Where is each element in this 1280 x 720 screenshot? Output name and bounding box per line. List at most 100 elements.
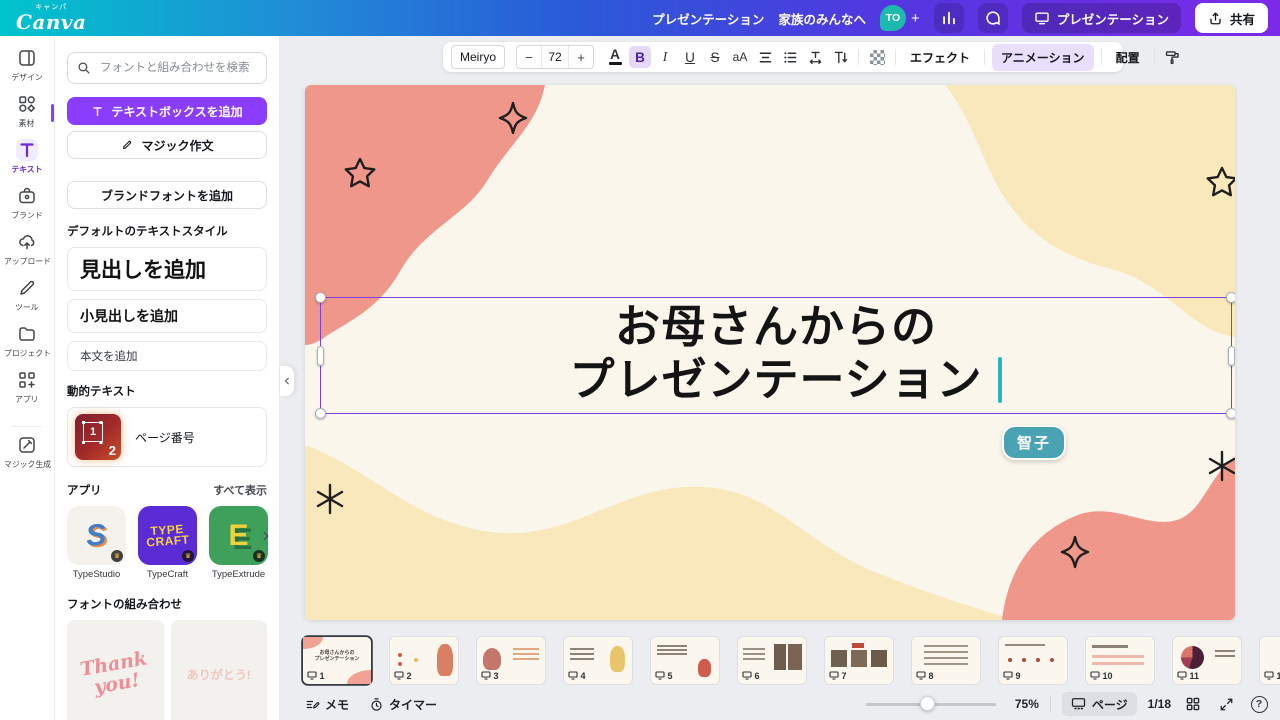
present-button[interactable]: プレゼンテーション xyxy=(1022,3,1181,33)
add-collaborator-button[interactable]: + xyxy=(911,10,920,27)
sidebar-item-text[interactable]: テキスト xyxy=(2,134,52,180)
slide-thumbnail-10[interactable]: 10 xyxy=(1086,637,1154,684)
title-textbox[interactable]: お母さんからの プレゼンテーション xyxy=(320,297,1232,414)
text-case-button[interactable]: aA xyxy=(729,46,751,68)
font-size-control: − 72 + xyxy=(516,45,594,69)
search-input[interactable] xyxy=(98,61,257,75)
font-size-value[interactable]: 72 xyxy=(541,46,569,68)
grid-view-button[interactable] xyxy=(1182,693,1204,715)
resize-handle[interactable] xyxy=(315,408,326,419)
timer-button[interactable]: タイマー xyxy=(369,696,437,713)
add-subheading-card[interactable]: 小見出しを追加 xyxy=(67,299,267,333)
slide-thumbnail-9[interactable]: 9 xyxy=(999,637,1067,684)
slide-thumbnail-1[interactable]: お母さんからのプレゼンテーション 1 xyxy=(303,637,371,684)
notes-label: メモ xyxy=(325,696,349,713)
crown-badge-icon: ♛ xyxy=(111,550,123,562)
toolbar-divider xyxy=(984,49,985,65)
app-typecraft[interactable]: TYPECRAFT ♛ TypeCraft xyxy=(138,506,197,580)
sidebar-item-apps[interactable]: アプリ xyxy=(2,364,52,410)
slide-thumbnail-12[interactable]: 12 xyxy=(1260,637,1280,684)
font-search[interactable] xyxy=(67,52,267,84)
resize-handle[interactable] xyxy=(317,346,324,366)
avatar[interactable]: TO xyxy=(880,5,906,31)
align-center-icon xyxy=(757,49,774,66)
fullscreen-button[interactable] xyxy=(1215,693,1237,715)
font-size-increase-button[interactable]: + xyxy=(569,50,593,65)
transparency-button[interactable] xyxy=(866,46,888,68)
slide-thumbnail-3[interactable]: 3 xyxy=(477,637,545,684)
page-number-icon: 1 2 xyxy=(75,414,121,460)
alignment-button[interactable] xyxy=(754,46,776,68)
effects-button[interactable]: エフェクト xyxy=(903,49,977,66)
insights-button[interactable] xyxy=(934,3,964,33)
slide-thumbnail-5[interactable]: 5 xyxy=(651,637,719,684)
comment-bubble-icon xyxy=(984,9,1002,27)
collaborator-label: 智子 xyxy=(1002,425,1066,460)
sidebar-item-brand[interactable]: ブランド xyxy=(2,180,52,226)
bold-button[interactable]: B xyxy=(629,46,651,68)
sidebar-item-projects[interactable]: プロジェクト xyxy=(2,318,52,364)
resize-handle[interactable] xyxy=(1228,346,1235,366)
sidebar-item-label: デザイン xyxy=(11,71,42,82)
italic-button[interactable]: I xyxy=(654,46,676,68)
position-button[interactable]: 配置 xyxy=(1109,49,1147,66)
add-textbox-button[interactable]: テキストボックスを追加 xyxy=(67,97,267,125)
animation-button[interactable]: アニメーション xyxy=(992,44,1094,71)
page-view-button[interactable]: ページ xyxy=(1062,692,1137,716)
slide-thumbnail-4[interactable]: 4 xyxy=(564,637,632,684)
typeextrude-logo: E xyxy=(228,519,248,553)
vertical-text-icon xyxy=(832,49,849,66)
sidebar-item-label: テキスト xyxy=(11,163,42,174)
app-typestudio[interactable]: S ♛ TypeStudio xyxy=(67,506,126,580)
add-heading-card[interactable]: 見出しを追加 xyxy=(67,247,267,291)
resize-handle[interactable] xyxy=(1226,292,1235,303)
font-selector[interactable]: Meiryo xyxy=(451,45,505,69)
zoom-slider-knob[interactable] xyxy=(920,696,935,711)
slide-canvas[interactable]: お母さんからの プレゼンテーション 智子 xyxy=(305,85,1235,620)
strikethrough-button[interactable]: S xyxy=(704,46,726,68)
zoom-slider[interactable] xyxy=(866,696,996,712)
font-combo-arigato[interactable]: ありがとう! xyxy=(171,620,268,720)
sidebar-item-label: ツール xyxy=(15,301,38,312)
sidebar-item-tools[interactable]: ツール xyxy=(2,272,52,318)
underline-button[interactable]: U xyxy=(679,46,701,68)
file-type-menu[interactable]: プレゼンテーション xyxy=(652,9,764,28)
sidebar-item-uploads[interactable]: アップロード xyxy=(2,226,52,272)
canva-logo-text: Canva xyxy=(16,12,87,32)
add-body-card[interactable]: 本文を追加 xyxy=(67,341,267,371)
vertical-text-button[interactable] xyxy=(829,46,851,68)
list-button[interactable] xyxy=(779,46,801,68)
notes-button[interactable]: メモ xyxy=(305,696,349,713)
see-all-link[interactable]: すべて表示 xyxy=(213,482,267,498)
slide-thumbnail-2[interactable]: 2 xyxy=(390,637,458,684)
comments-button[interactable] xyxy=(978,3,1008,33)
text-color-button[interactable]: A xyxy=(604,46,626,68)
combo-text: Thank you! xyxy=(64,646,166,702)
resize-handle[interactable] xyxy=(315,292,326,303)
document-title[interactable]: 家族のみんなへ xyxy=(778,9,866,28)
resize-handle[interactable] xyxy=(1226,408,1235,419)
sidebar-item-elements[interactable]: 素材 xyxy=(2,88,52,134)
apps-next-button[interactable] xyxy=(258,528,274,544)
slide-thumbnail-6[interactable]: 6 xyxy=(738,637,806,684)
copy-style-button[interactable] xyxy=(1162,46,1184,68)
magic-write-button[interactable]: マジック作文 xyxy=(67,131,267,159)
slide-thumbnail-11[interactable]: 11 xyxy=(1173,637,1241,684)
font-size-decrease-button[interactable]: − xyxy=(517,50,541,65)
share-button-label: 共有 xyxy=(1230,9,1255,28)
font-combo-thankyou[interactable]: Thank you! xyxy=(67,620,164,720)
share-button[interactable]: 共有 xyxy=(1195,3,1268,33)
thumb-title: お母さんからのプレゼンテーション xyxy=(309,650,365,662)
canva-logo[interactable]: キャンパ Canva xyxy=(16,4,87,32)
sidebar-item-design[interactable]: デザイン xyxy=(2,42,52,88)
slide-thumbnail-7[interactable]: 7 xyxy=(825,637,893,684)
help-button[interactable]: ? xyxy=(1248,693,1270,715)
add-brand-font-button[interactable]: ブランドフォントを追加 xyxy=(67,181,267,209)
panel-collapse-button[interactable] xyxy=(280,366,294,396)
slide-title[interactable]: お母さんからの プレゼンテーション xyxy=(321,300,1231,413)
spacing-button[interactable] xyxy=(804,46,826,68)
sidebar-item-magic[interactable]: マジック生成 xyxy=(2,429,52,475)
slide-thumbnail-8[interactable]: 8 xyxy=(912,637,980,684)
slide-filmstrip: お母さんからのプレゼンテーション 1 2 3 4 5 6 7 xyxy=(280,632,1280,688)
page-number-card[interactable]: 1 2 ページ番号 xyxy=(67,407,267,467)
